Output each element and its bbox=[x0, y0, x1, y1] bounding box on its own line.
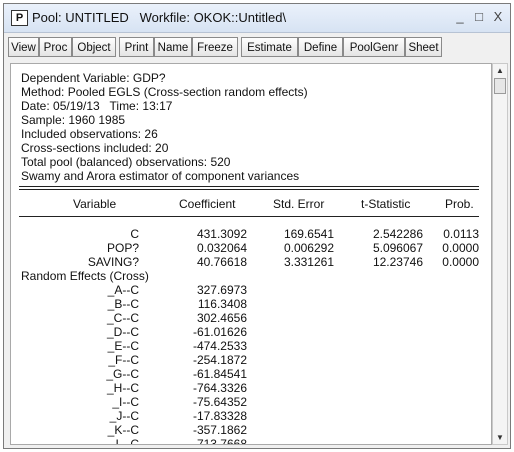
separator-rule bbox=[19, 189, 479, 190]
object-button[interactable]: Object bbox=[72, 37, 116, 57]
random-effect-name: _J--C bbox=[109, 409, 139, 423]
cell-variable: C bbox=[130, 227, 139, 241]
random-effect-name: _B--C bbox=[107, 297, 139, 311]
header-line: Swamy and Arora estimator of component v… bbox=[21, 169, 300, 183]
random-effect-value: -61.84541 bbox=[192, 367, 247, 381]
define-button[interactable]: Define bbox=[298, 37, 343, 57]
cell-variable: POP? bbox=[106, 241, 139, 255]
window-title: Pool: UNTITLED Workfile: OKOK::Untitled\ bbox=[32, 10, 287, 25]
random-effect-name: _H--C bbox=[107, 381, 139, 395]
random-effect-name: _E--C bbox=[107, 339, 139, 353]
random-effect-name: _A--C bbox=[107, 283, 139, 297]
separator-rule bbox=[19, 216, 479, 217]
separator-rule bbox=[19, 186, 479, 187]
random-effect-name: _I--C bbox=[112, 395, 139, 409]
cell-t-statistic: 2.542286 bbox=[372, 227, 423, 241]
random-effect-value: -474.2533 bbox=[192, 339, 247, 353]
proc-button[interactable]: Proc bbox=[39, 37, 72, 57]
estimation-output: Dependent Variable: GDP? Method: Pooled … bbox=[10, 63, 492, 445]
cell-t-statistic: 12.23746 bbox=[372, 255, 423, 269]
arrow-down-icon[interactable]: ▼ bbox=[495, 433, 505, 442]
poolgenr-button[interactable]: PoolGenr bbox=[343, 37, 405, 57]
cell-std-error: 169.6541 bbox=[283, 227, 334, 241]
random-effect-value: -764.3326 bbox=[192, 381, 247, 395]
header-line: Included observations: 26 bbox=[21, 127, 158, 141]
toolbar: View Proc Object Print Name Freeze Estim… bbox=[8, 37, 506, 59]
column-header-t-statistic: t-Statistic bbox=[361, 197, 411, 211]
random-effect-name: _L--C bbox=[108, 437, 139, 445]
random-effect-value: -75.64352 bbox=[192, 395, 247, 409]
cell-std-error: 3.331261 bbox=[283, 255, 334, 269]
column-header-variable: Variable bbox=[73, 197, 117, 211]
header-line: Method: Pooled EGLS (Cross-section rando… bbox=[21, 85, 308, 99]
cell-prob: 0.0000 bbox=[442, 241, 479, 255]
random-effect-name: _F--C bbox=[108, 353, 139, 367]
random-effect-name: _C--C bbox=[107, 311, 139, 325]
random-effect-value: -254.1872 bbox=[192, 353, 247, 367]
header-line: Dependent Variable: GDP? bbox=[21, 71, 166, 85]
random-effect-name: _K--C bbox=[107, 423, 139, 437]
random-effect-value: 116.3408 bbox=[197, 297, 247, 311]
view-button[interactable]: View bbox=[8, 37, 39, 57]
cell-t-statistic: 5.096067 bbox=[372, 241, 423, 255]
freeze-button[interactable]: Freeze bbox=[192, 37, 238, 57]
random-effect-value: -61.01626 bbox=[192, 325, 247, 339]
vertical-scrollbar[interactable]: ▲ ▼ bbox=[492, 63, 508, 445]
column-header-std-error: Std. Error bbox=[273, 197, 325, 211]
cell-prob: 0.0113 bbox=[443, 227, 479, 241]
name-button[interactable]: Name bbox=[154, 37, 192, 57]
header-line: Date: 05/19/13 Time: 13:17 bbox=[21, 99, 173, 113]
random-effect-name: _D--C bbox=[107, 325, 139, 339]
estimate-button[interactable]: Estimate bbox=[241, 37, 298, 57]
random-effect-value: 713.7668 bbox=[196, 437, 247, 445]
cell-prob: 0.0000 bbox=[442, 255, 479, 269]
scrollbar-thumb[interactable] bbox=[494, 78, 506, 94]
pool-window: P Pool: UNTITLED Workfile: OKOK::Untitle… bbox=[3, 3, 511, 449]
random-effect-name: _G--C bbox=[106, 367, 139, 381]
maximize-button[interactable]: □ bbox=[470, 8, 488, 26]
random-effect-value: -17.83328 bbox=[192, 409, 247, 423]
random-effect-value: -357.1862 bbox=[192, 423, 247, 437]
pool-object-icon: P bbox=[11, 10, 28, 26]
random-effect-value: 327.6973 bbox=[196, 283, 247, 297]
cell-coefficient: 40.76618 bbox=[196, 255, 247, 269]
cell-coefficient: 0.032064 bbox=[196, 241, 247, 255]
arrow-up-icon[interactable]: ▲ bbox=[495, 66, 505, 75]
print-button[interactable]: Print bbox=[119, 37, 154, 57]
column-header-coefficient: Coefficient bbox=[179, 197, 236, 211]
cell-std-error: 0.006292 bbox=[283, 241, 334, 255]
title-bar[interactable]: P Pool: UNTITLED Workfile: OKOK::Untitle… bbox=[4, 4, 510, 33]
minimize-button[interactable]: _ bbox=[451, 8, 469, 26]
close-button[interactable]: X bbox=[489, 8, 507, 26]
random-effect-value: 302.4656 bbox=[196, 311, 247, 325]
header-line: Cross-sections included: 20 bbox=[21, 141, 169, 155]
cell-coefficient: 431.3092 bbox=[196, 227, 247, 241]
cell-variable: SAVING? bbox=[87, 255, 139, 269]
random-effects-label: Random Effects (Cross) bbox=[21, 269, 149, 283]
column-header-prob: Prob. bbox=[445, 197, 474, 211]
sheet-button[interactable]: Sheet bbox=[405, 37, 442, 57]
header-line: Sample: 1960 1985 bbox=[21, 113, 126, 127]
header-line: Total pool (balanced) observations: 520 bbox=[21, 155, 231, 169]
